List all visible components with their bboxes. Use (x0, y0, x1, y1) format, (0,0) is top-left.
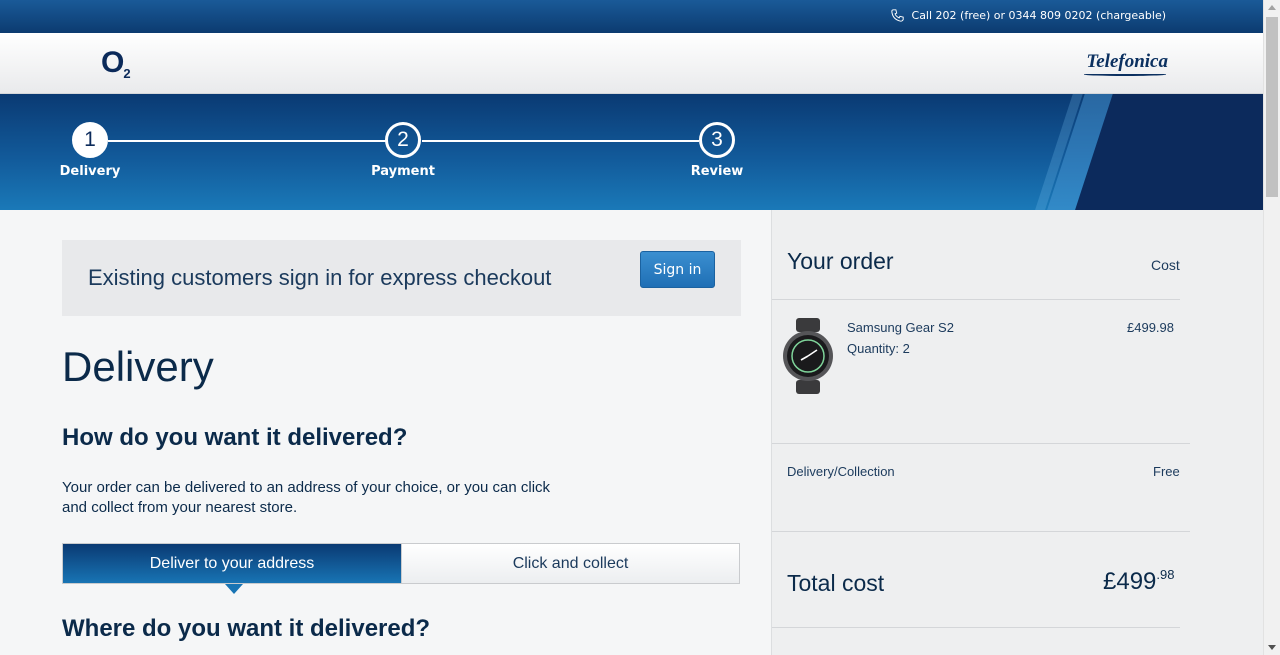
o2-logo-2: 2 (123, 66, 131, 81)
telefonica-logo-text: Telefonica (1086, 51, 1168, 72)
vertical-scrollbar[interactable] (1263, 0, 1280, 655)
divider (772, 531, 1190, 532)
call-info: Call 202 (free) or 0344 809 0202 (charge… (890, 9, 1166, 22)
active-tab-pointer (225, 584, 243, 594)
step-label: Review (690, 164, 744, 179)
order-title: Your order (787, 248, 894, 274)
smartwatch-image (783, 318, 833, 394)
step-number: 3 (699, 122, 735, 158)
order-summary: Your order Cost Samsung Gear S2 Quantity… (771, 210, 1263, 655)
checkout-progress: 1 Delivery 2 Payment 3 Review (0, 94, 1263, 210)
delivery-method-heading: How do you want it delivered? (62, 424, 408, 451)
step-number: 2 (385, 122, 421, 158)
item-quantity: Quantity: 2 (847, 341, 910, 356)
telefonica-logo: Telefonica (1084, 51, 1168, 76)
scroll-down-icon[interactable] (1268, 645, 1276, 650)
delivery-method-tabs: Deliver to your address Click and collec… (62, 543, 740, 584)
step-delivery: 1 Delivery (50, 122, 130, 179)
top-bar: Call 202 (free) or 0344 809 0202 (charge… (0, 0, 1263, 33)
scroll-up-icon[interactable] (1268, 5, 1276, 10)
item-price: £499.98 (1127, 320, 1174, 335)
divider (772, 443, 1190, 444)
tab-click-and-collect[interactable]: Click and collect (401, 544, 739, 583)
scrollbar-thumb[interactable] (1266, 17, 1278, 197)
sign-in-button[interactable]: Sign in (640, 251, 715, 288)
total-pounds: £499 (1103, 568, 1157, 595)
item-name: Samsung Gear S2 (847, 320, 954, 335)
tab-deliver-to-address[interactable]: Deliver to your address (63, 544, 401, 583)
progress-line (422, 140, 699, 142)
cost-column-header: Cost (1151, 257, 1180, 273)
delivery-address-heading: Where do you want it delivered? (62, 615, 431, 642)
progress-line (108, 140, 386, 142)
divider (772, 627, 1180, 628)
o2-logo-o: O (101, 46, 124, 79)
signin-text: Existing customers sign in for express c… (88, 265, 552, 290)
step-number: 1 (72, 122, 108, 158)
call-text: Call 202 (free) or 0344 809 0202 (charge… (911, 9, 1166, 22)
total-pence: .98 (1156, 567, 1175, 582)
step-payment: 2 Payment (363, 122, 443, 179)
signin-panel: Existing customers sign in for express c… (62, 240, 741, 316)
step-label: Delivery (59, 164, 121, 179)
telefonica-swoosh (1084, 73, 1167, 76)
total-label: Total cost (787, 570, 885, 596)
delivery-description: Your order can be delivered to an addres… (62, 479, 551, 516)
phone-icon (890, 9, 904, 22)
step-label: Payment (371, 164, 435, 179)
o2-logo[interactable]: O2 (101, 46, 131, 81)
delivery-value: Free (1153, 464, 1180, 479)
total-value: £499.98 (1103, 567, 1175, 596)
page-title: Delivery (62, 343, 214, 390)
delivery-label: Delivery/Collection (787, 464, 895, 479)
site-header: O2 Telefonica (0, 33, 1263, 94)
step-review: 3 Review (677, 122, 757, 179)
main-content: Existing customers sign in for express c… (0, 210, 771, 655)
divider (772, 299, 1180, 300)
